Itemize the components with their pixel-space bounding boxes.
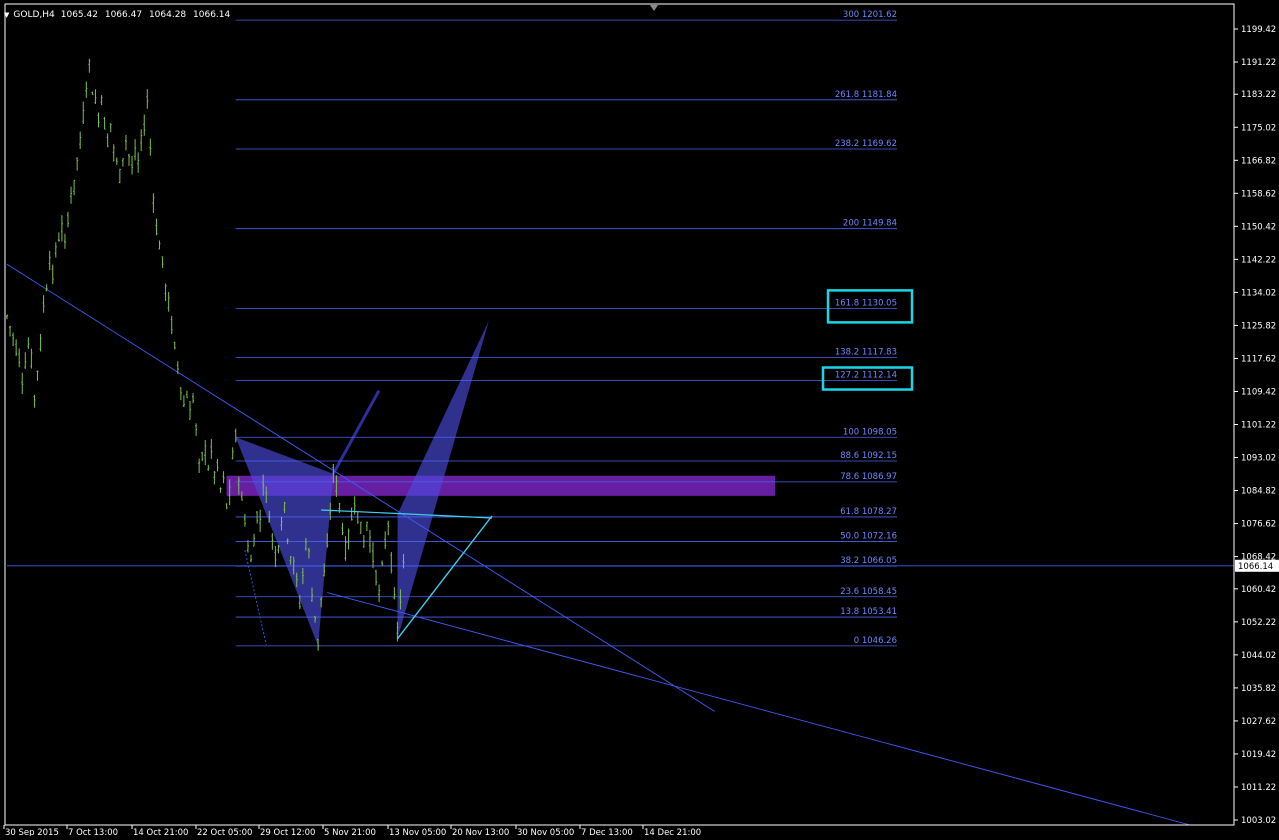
fib-level-label: 300 1201.62 (843, 10, 897, 20)
chart-frame[interactable]: 300 1201.62 261.8 1181.84 238.2 1169.62 200… (0, 0, 1279, 838)
x-tick-label: 22 Oct 05:00 (197, 828, 252, 836)
x-tick-label: 14 Dec 21:00 (644, 828, 701, 836)
x-tick-label: 20 Nov 13:00 (452, 828, 509, 836)
symbol-label: GOLD,H4 (13, 10, 55, 20)
fib-level-label: 238.2 1169.62 (835, 139, 897, 149)
fib-level-label: 23.6 1058.45 (840, 587, 897, 597)
y-tick-label: 1150.42 (1241, 222, 1276, 232)
y-tick-label: 1199.42 (1241, 25, 1276, 35)
y-tick-label: 1011.22 (1241, 783, 1276, 793)
chart-canvas[interactable]: 300 1201.62 261.8 1181.84 238.2 1169.62 200… (0, 0, 1279, 838)
fib-level-label: 200 1149.84 (843, 219, 897, 229)
y-tick-label: 1183.22 (1241, 90, 1276, 100)
fib-level-label: 13.8 1053.41 (840, 607, 897, 617)
x-tick-label: 13 Nov 05:00 (389, 828, 446, 836)
y-tick-label: 1084.82 (1241, 487, 1276, 497)
fib-level-label: 78.6 1086.97 (840, 472, 897, 482)
x-tick-label: 14 Oct 21:00 (133, 828, 188, 836)
fib-level-label: 0 1046.26 (854, 636, 897, 646)
fib-level-label: 50.0 1072.16 (840, 532, 897, 542)
x-tick-label: 30 Nov 05:00 (517, 828, 574, 836)
fib-level-label: 261.8 1181.84 (835, 90, 897, 100)
x-tick-label: 7 Dec 13:00 (581, 828, 633, 836)
y-tick-label: 1109.42 (1241, 387, 1276, 397)
y-tick-label: 1044.02 (1241, 651, 1276, 661)
fib-level-label: 127.2 1112.14 (835, 371, 897, 381)
chart-header: ▼ GOLD,H4 1065.42 1066.47 1064.28 1066.1… (4, 8, 234, 22)
fib-level-label: 161.8 1130.05 (835, 298, 897, 308)
y-tick-label: 1052.22 (1241, 618, 1276, 628)
x-tick-label: 30 Sep 2015 (5, 828, 59, 836)
y-tick-label: 1158.62 (1241, 189, 1276, 199)
y-tick-label: 1134.02 (1241, 288, 1276, 298)
y-tick-label: 1142.22 (1241, 255, 1276, 265)
fib-level-label: 100 1098.05 (843, 427, 897, 437)
low-value: 1064.28 (148, 10, 187, 20)
fib-level-label: 38.2 1066.05 (840, 556, 897, 566)
y-tick-label: 1125.82 (1241, 321, 1276, 331)
x-tick-label: 5 Nov 21:00 (324, 828, 376, 836)
current-price-label: 1066.14 (1238, 562, 1273, 572)
y-tick-label: 1076.62 (1241, 520, 1276, 530)
y-tick-label: 1027.62 (1241, 717, 1276, 727)
ohlc-values: 1065.42 1066.47 1064.28 1066.14 (61, 10, 235, 20)
fib-level-label: 138.2 1117.83 (835, 348, 897, 358)
dropdown-triangle-icon[interactable]: ▼ (4, 11, 9, 19)
y-tick-label: 1019.42 (1241, 750, 1276, 760)
x-tick-label: 29 Oct 12:00 (260, 828, 315, 836)
y-tick-label: 1003.02 (1241, 816, 1276, 826)
chart-background (0, 0, 1279, 836)
y-tick-label: 1191.22 (1241, 58, 1276, 68)
fib-level-label: 61.8 1078.27 (840, 507, 897, 517)
x-tick-label: 7 Oct 13:00 (68, 828, 118, 836)
y-tick-label: 1101.22 (1241, 421, 1276, 431)
y-tick-label: 1093.02 (1241, 454, 1276, 464)
y-tick-label: 1060.42 (1241, 585, 1276, 595)
y-tick-label: 1166.82 (1241, 156, 1276, 166)
close-value: 1066.14 (193, 10, 231, 20)
y-tick-label: 1117.62 (1241, 354, 1276, 364)
high-value: 1066.47 (104, 10, 143, 20)
y-tick-label: 1035.82 (1241, 684, 1276, 694)
y-tick-label: 1175.02 (1241, 123, 1276, 133)
open-value: 1065.42 (60, 10, 98, 20)
fib-level-label: 88.6 1092.15 (840, 451, 897, 461)
